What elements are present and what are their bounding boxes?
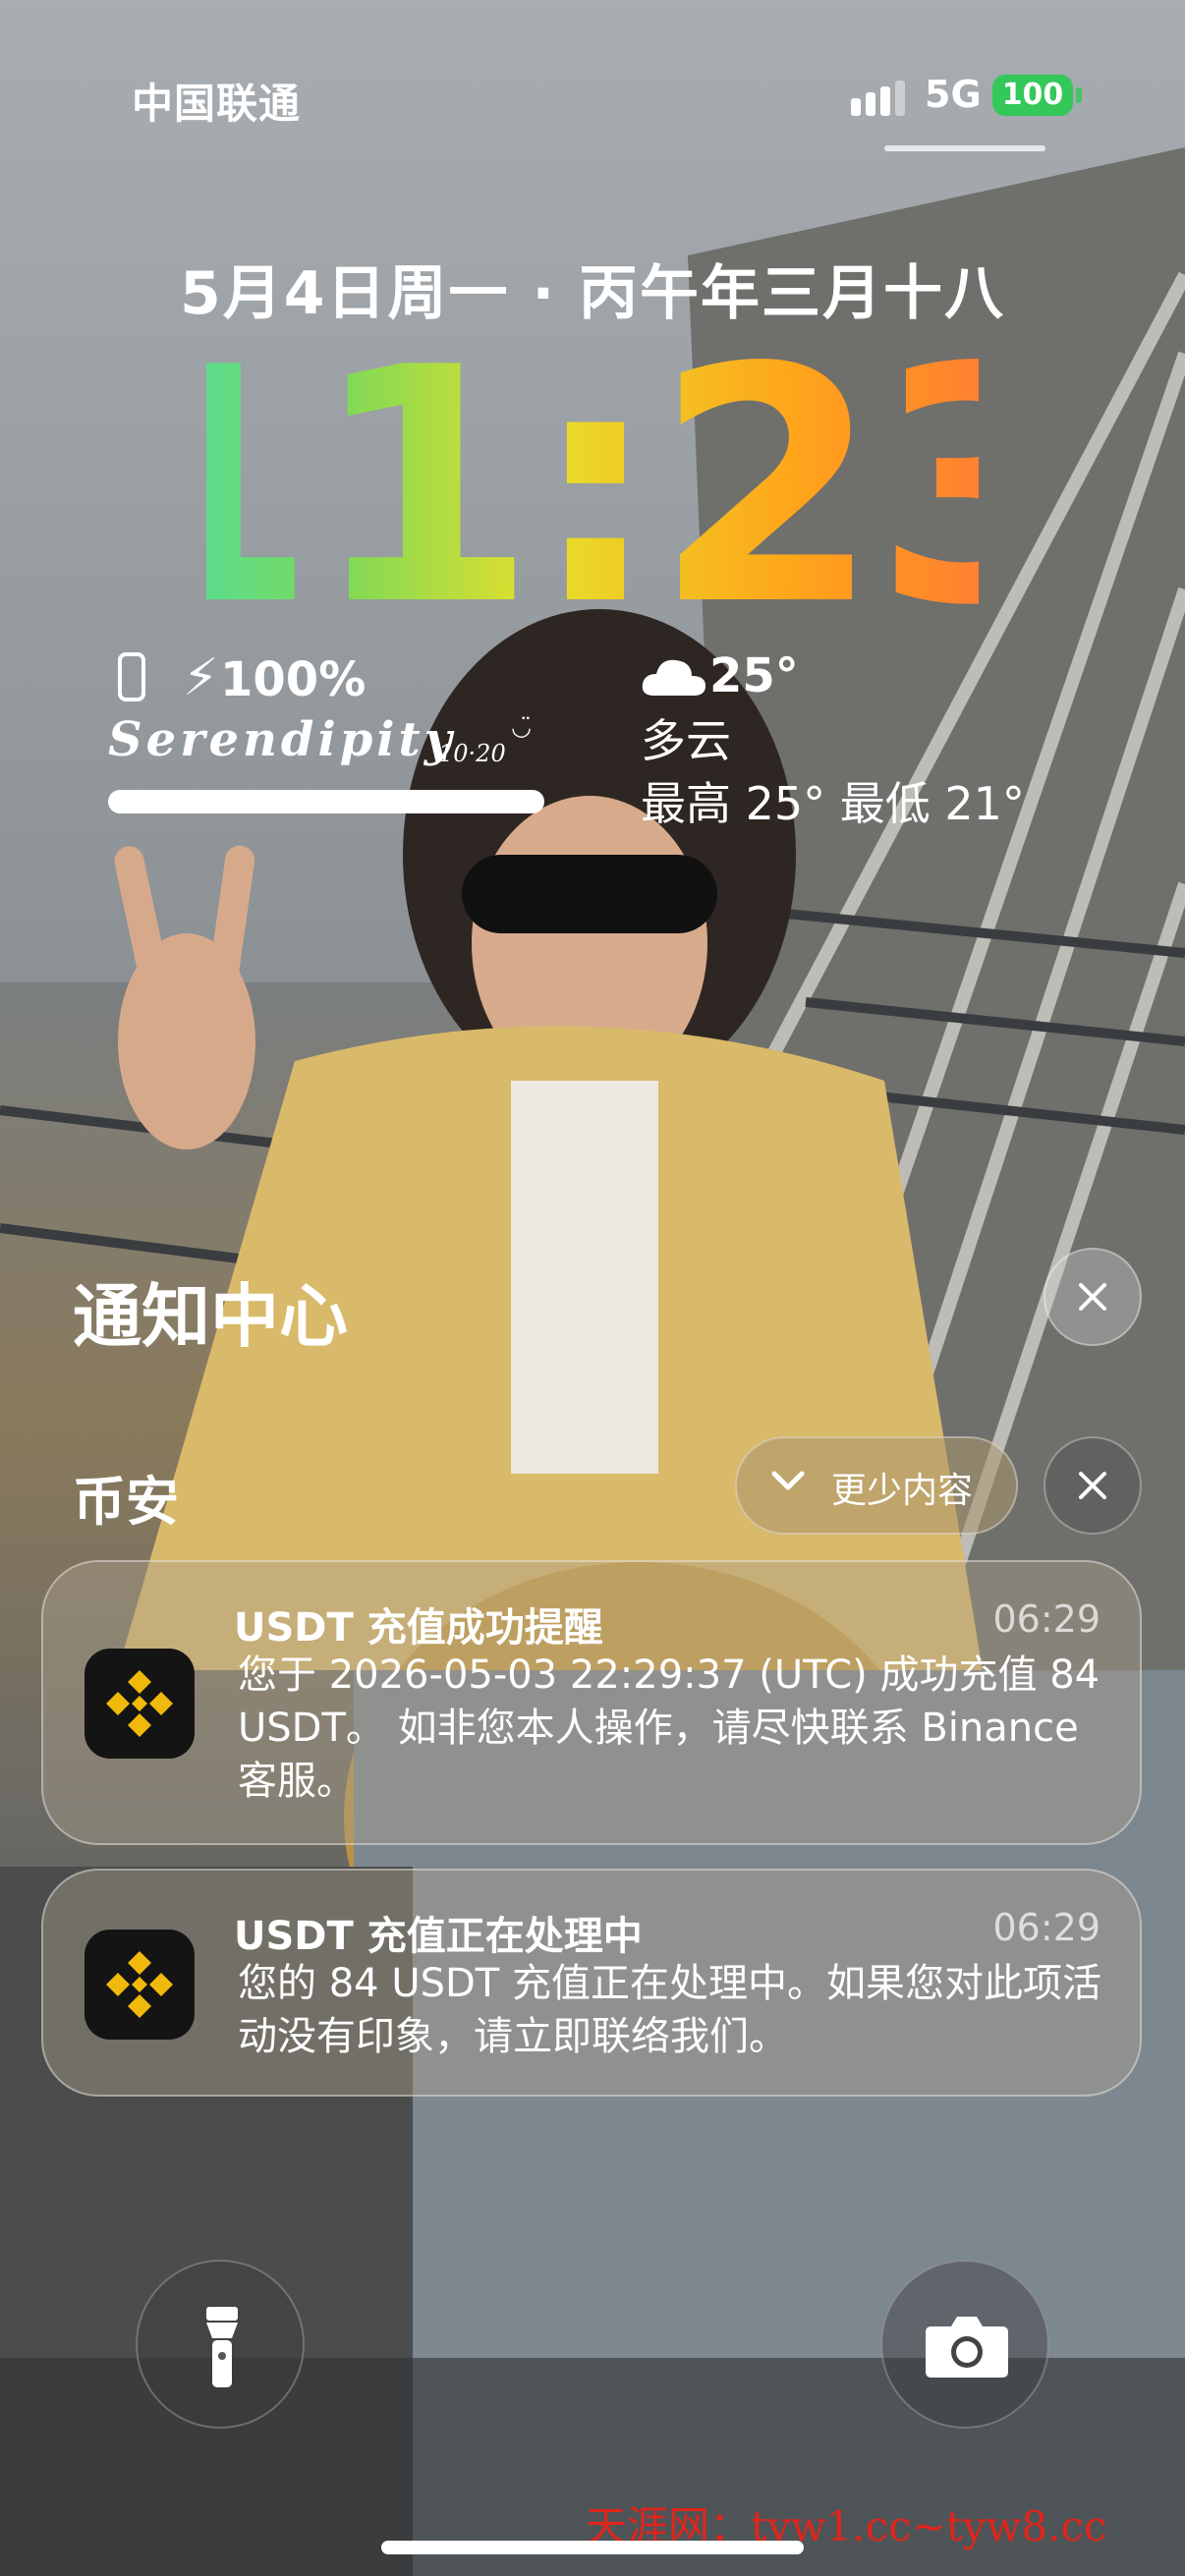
battery-cap — [1076, 87, 1082, 103]
notification-time: 06:29 — [992, 1906, 1100, 1949]
notification-time: 06:29 — [992, 1597, 1100, 1641]
camera-button[interactable] — [880, 2260, 1049, 2429]
notification-body: 您的 84 USDT 充值正在处理中。如果您对此项活动没有印象，请立即联络我们。 — [238, 1961, 1101, 2059]
clear-all-button[interactable] — [1044, 1248, 1142, 1346]
notification-center-title: 通知中心 — [73, 1276, 348, 1357]
notification-title: USDT 充值成功提醒 — [234, 1605, 603, 1651]
weather-condition: 多云 — [641, 714, 731, 767]
carrier-name: 中国联通 — [132, 80, 302, 128]
weather-temperature: 25° — [709, 648, 799, 703]
binance-logo-icon — [106, 1670, 173, 1737]
flashlight-button[interactable] — [136, 2260, 305, 2429]
cloud-icon — [642, 659, 705, 696]
camera-icon — [926, 2317, 1008, 2378]
chevron-down-icon — [771, 1471, 805, 1490]
binance-logo-icon — [106, 1951, 173, 2018]
battery-widget-caption: Serendipity — [108, 712, 456, 767]
battery-level-bar — [108, 790, 544, 813]
battery-widget-percent: 100% — [220, 652, 367, 707]
signal-icon — [851, 81, 905, 116]
status-bar: 中国联通 5G 100 — [0, 0, 1185, 157]
show-less-label: 更少内容 — [831, 1471, 974, 1511]
show-less-button[interactable]: 更少内容 — [735, 1436, 1018, 1535]
notification-body: 您于 2026-05-03 22:29:37 (UTC) 成功充值 84 USD… — [238, 1652, 1100, 1804]
network-type: 5G — [925, 73, 982, 116]
notification-group-app-name: 币安 — [73, 1471, 179, 1533]
status-bar-indicator — [884, 145, 1045, 151]
binance-app-icon — [85, 1930, 195, 2040]
notification-card[interactable]: USDT 充值成功提醒 06:29 您于 2026-05-03 22:29:37… — [41, 1560, 1142, 1845]
clock-digits: 11:23 — [206, 312, 979, 627]
clear-group-button[interactable] — [1044, 1436, 1142, 1535]
home-indicator[interactable] — [381, 2541, 804, 2554]
battery-indicator: 100 — [992, 75, 1073, 116]
charging-bolt-icon: ⚡ — [183, 648, 219, 707]
flashlight-icon — [206, 2307, 238, 2387]
phone-icon — [118, 652, 145, 701]
lock-clock: 11:23 — [206, 312, 979, 627]
binance-app-icon — [85, 1649, 195, 1759]
notification-card[interactable]: USDT 充值正在处理中 06:29 您的 84 USDT 充值正在处理中。如果… — [41, 1869, 1142, 2097]
smile-icon: ◡̈ — [511, 713, 532, 741]
battery-widget-caption-sub: 10·20 — [438, 740, 506, 767]
notification-title: USDT 充值正在处理中 — [234, 1914, 643, 1959]
weather-high-low: 最高 25° 最低 21° — [641, 777, 1025, 830]
